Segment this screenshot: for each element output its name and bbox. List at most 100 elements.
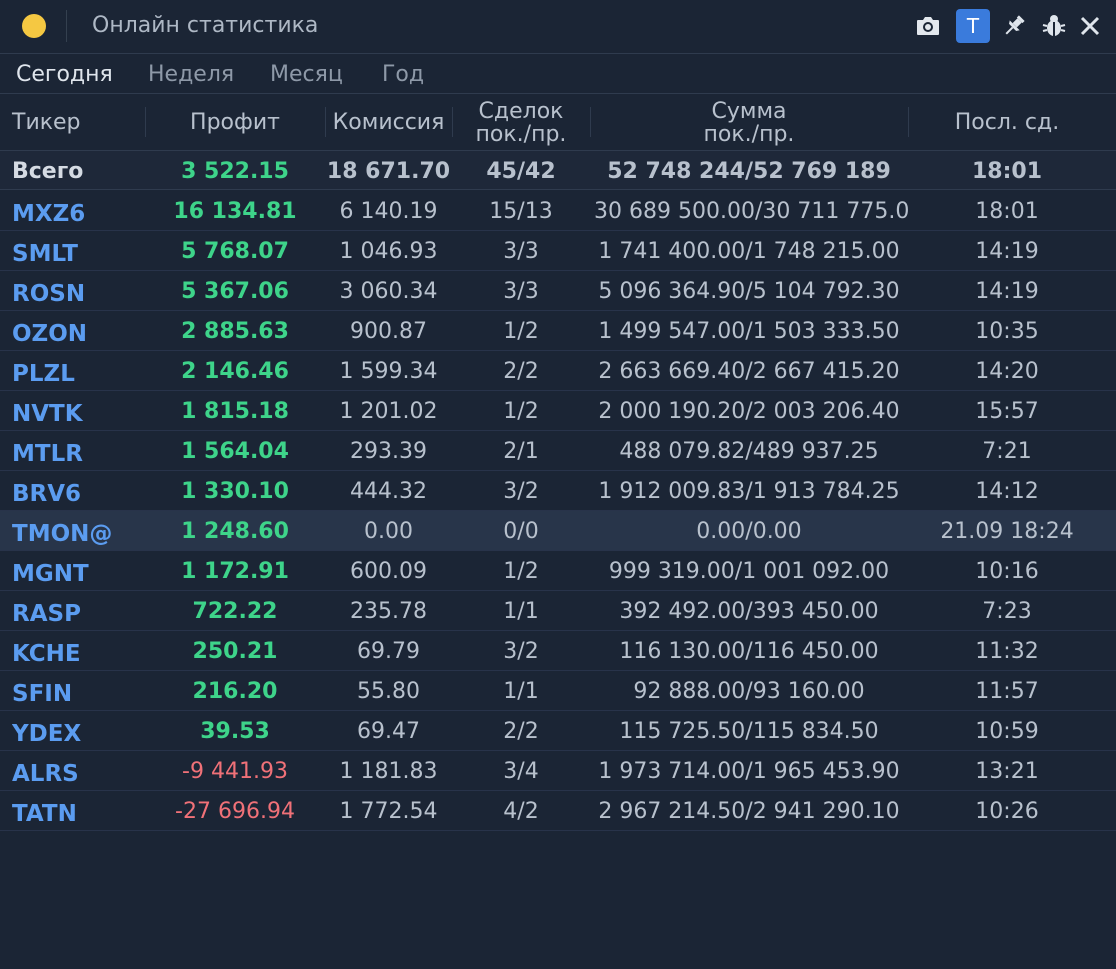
- ticker-cell: BRV6: [12, 481, 82, 507]
- table-row[interactable]: RASP 722.22 235.78 1/1 392 492.00/393 450.00…: [0, 591, 1116, 631]
- ticker-cell: RASP: [12, 601, 81, 627]
- column-header-ticker-label: Тикер: [12, 110, 81, 135]
- column-header-profit[interactable]: Профит: [145, 95, 325, 150]
- ticker-cell: OZON: [12, 321, 88, 347]
- deals-cell: 1/1: [503, 598, 539, 624]
- column-header-deals[interactable]: Сделок пок./пр.: [452, 95, 590, 150]
- total-profit: 3 522.15: [181, 158, 289, 184]
- deals-cell: 1/2: [503, 558, 539, 584]
- profit-cell: 5 768.07: [181, 238, 289, 264]
- last-trade-cell: 10:35: [975, 318, 1039, 344]
- column-header-ticker[interactable]: Тикер: [12, 95, 142, 150]
- sum-cell: 392 492.00/393 450.00: [619, 598, 879, 624]
- column-header-commission[interactable]: Комиссия: [325, 95, 452, 150]
- sum-cell: 1 973 714.00/1 965 453.90: [598, 758, 900, 784]
- profit-cell: 722.22: [192, 598, 278, 624]
- total-row: Всего 3 522.15 18 671.70 45/42 52 748 24…: [0, 150, 1116, 190]
- table-row[interactable]: TMON@ 1 248.60 0.00 0/0 0.00/0.00 21.09 18:24: [0, 511, 1116, 551]
- column-header-last[interactable]: Посл. сд.: [908, 95, 1106, 150]
- profit-cell: 1 330.10: [181, 478, 289, 504]
- ticker-cell: SMLT: [12, 241, 78, 267]
- table-row[interactable]: MTLR 1 564.04 293.39 2/1 488 079.82/489 937.…: [0, 431, 1116, 471]
- last-trade-cell: 11:32: [975, 638, 1039, 664]
- column-header-deals-line2: пок./пр.: [475, 121, 567, 147]
- sum-cell: 30 689 500.00/30 711 775.00: [594, 198, 908, 224]
- ticker-cell: MGNT: [12, 561, 89, 587]
- column-header-sum-line2: пок./пр.: [703, 121, 795, 147]
- table-row[interactable]: SFIN 216.20 55.80 1/1 92 888.00/93 160.00 11:…: [0, 671, 1116, 711]
- table-row[interactable]: OZON 2 885.63 900.87 1/2 1 499 547.00/1 503 …: [0, 311, 1116, 351]
- table-row[interactable]: NVTK 1 815.18 1 201.02 1/2 2 000 190.20/2 00…: [0, 391, 1116, 431]
- deals-cell: 3/3: [503, 238, 539, 264]
- last-trade-cell: 13:21: [975, 758, 1039, 784]
- sum-cell: 115 725.50/115 834.50: [619, 718, 879, 744]
- profit-cell: -27 696.94: [175, 798, 295, 824]
- column-header-sum[interactable]: Сумма пок./пр.: [590, 95, 908, 150]
- deals-cell: 3/3: [503, 278, 539, 304]
- last-trade-cell: 10:59: [975, 718, 1039, 744]
- last-trade-cell: 15:57: [975, 398, 1039, 424]
- table-row[interactable]: PLZL 2 146.46 1 599.34 2/2 2 663 669.40/2 66…: [0, 351, 1116, 391]
- profit-cell: 1 564.04: [181, 438, 289, 464]
- sum-cell: 2 967 214.50/2 941 290.10: [598, 798, 900, 824]
- sum-cell: 116 130.00/116 450.00: [619, 638, 879, 664]
- column-header-profit-label: Профит: [190, 110, 280, 135]
- last-trade-cell: 10:26: [975, 798, 1039, 824]
- commission-cell: 69.47: [357, 718, 420, 744]
- ticker-table-body: MXZ6 16 134.81 6 140.19 15/13 30 689 500.00/…: [0, 191, 1116, 831]
- t-button[interactable]: T: [956, 9, 990, 43]
- ticker-cell: MXZ6: [12, 201, 86, 227]
- table-row[interactable]: SMLT 5 768.07 1 046.93 3/3 1 741 400.00/1 74…: [0, 231, 1116, 271]
- close-icon[interactable]: [1073, 8, 1107, 44]
- last-trade-cell: 21.09 18:24: [940, 518, 1074, 544]
- camera-icon[interactable]: [911, 8, 945, 44]
- ticker-cell: SFIN: [12, 681, 73, 707]
- table-row[interactable]: TATN -27 696.94 1 772.54 4/2 2 967 214.50/2 …: [0, 791, 1116, 831]
- deals-cell: 3/2: [503, 638, 539, 664]
- last-trade-cell: 14:20: [975, 358, 1039, 384]
- deals-cell: 3/4: [503, 758, 539, 784]
- deals-cell: 2/1: [503, 438, 539, 464]
- bug-icon[interactable]: [1037, 8, 1071, 44]
- table-row[interactable]: YDEX 39.53 69.47 2/2 115 725.50/115 834.50 10…: [0, 711, 1116, 751]
- column-header-deals-line1: Сделок: [478, 98, 564, 124]
- tab-today[interactable]: Сегодня: [16, 62, 113, 87]
- commission-cell: 900.87: [350, 318, 427, 344]
- ticker-cell: YDEX: [12, 721, 82, 747]
- total-deals: 45/42: [486, 158, 556, 184]
- profit-cell: 16 134.81: [173, 198, 297, 224]
- commission-cell: 3 060.34: [339, 278, 438, 304]
- total-sum: 52 748 244/52 769 189: [607, 158, 891, 184]
- profit-cell: 1 172.91: [181, 558, 289, 584]
- tab-week[interactable]: Неделя: [148, 62, 234, 87]
- profit-cell: 250.21: [192, 638, 278, 664]
- table-row[interactable]: ALRS -9 441.93 1 181.83 3/4 1 973 714.00/1 9…: [0, 751, 1116, 791]
- deals-cell: 0/0: [503, 518, 539, 544]
- table-row[interactable]: BRV6 1 330.10 444.32 3/2 1 912 009.83/1 913 …: [0, 471, 1116, 511]
- total-commission: 18 671.70: [326, 158, 451, 184]
- column-header-sum-line1: Сумма: [711, 98, 787, 124]
- period-tabs: Сегодня Неделя Месяц Год: [0, 56, 1116, 94]
- table-row[interactable]: MGNT 1 172.91 600.09 1/2 999 319.00/1 001 09…: [0, 551, 1116, 591]
- commission-cell: 1 772.54: [339, 798, 438, 824]
- tab-year[interactable]: Год: [382, 62, 424, 87]
- table-header: Тикер Профит Комиссия Сделок пок./пр. Су…: [0, 95, 1116, 150]
- table-row[interactable]: ROSN 5 367.06 3 060.34 3/3 5 096 364.90/5 10…: [0, 271, 1116, 311]
- ticker-cell: PLZL: [12, 361, 75, 387]
- sum-cell: 5 096 364.90/5 104 792.30: [598, 278, 900, 304]
- sum-cell: 2 000 190.20/2 003 206.40: [598, 398, 900, 424]
- commission-cell: 444.32: [350, 478, 427, 504]
- status-indicator: [22, 14, 46, 38]
- table-row[interactable]: KCHE 250.21 69.79 3/2 116 130.00/116 450.00 1…: [0, 631, 1116, 671]
- total-last: 18:01: [971, 158, 1043, 184]
- ticker-cell: ROSN: [12, 281, 86, 307]
- title-bar: Онлайн статистика T: [0, 0, 1116, 54]
- commission-cell: 0.00: [364, 518, 413, 544]
- profit-cell: -9 441.93: [182, 758, 288, 784]
- pin-icon[interactable]: [997, 8, 1031, 44]
- commission-cell: 1 599.34: [339, 358, 438, 384]
- table-row[interactable]: MXZ6 16 134.81 6 140.19 15/13 30 689 500.00/…: [0, 191, 1116, 231]
- last-trade-cell: 10:16: [975, 558, 1039, 584]
- tab-month[interactable]: Месяц: [270, 62, 343, 87]
- ticker-cell: MTLR: [12, 441, 83, 467]
